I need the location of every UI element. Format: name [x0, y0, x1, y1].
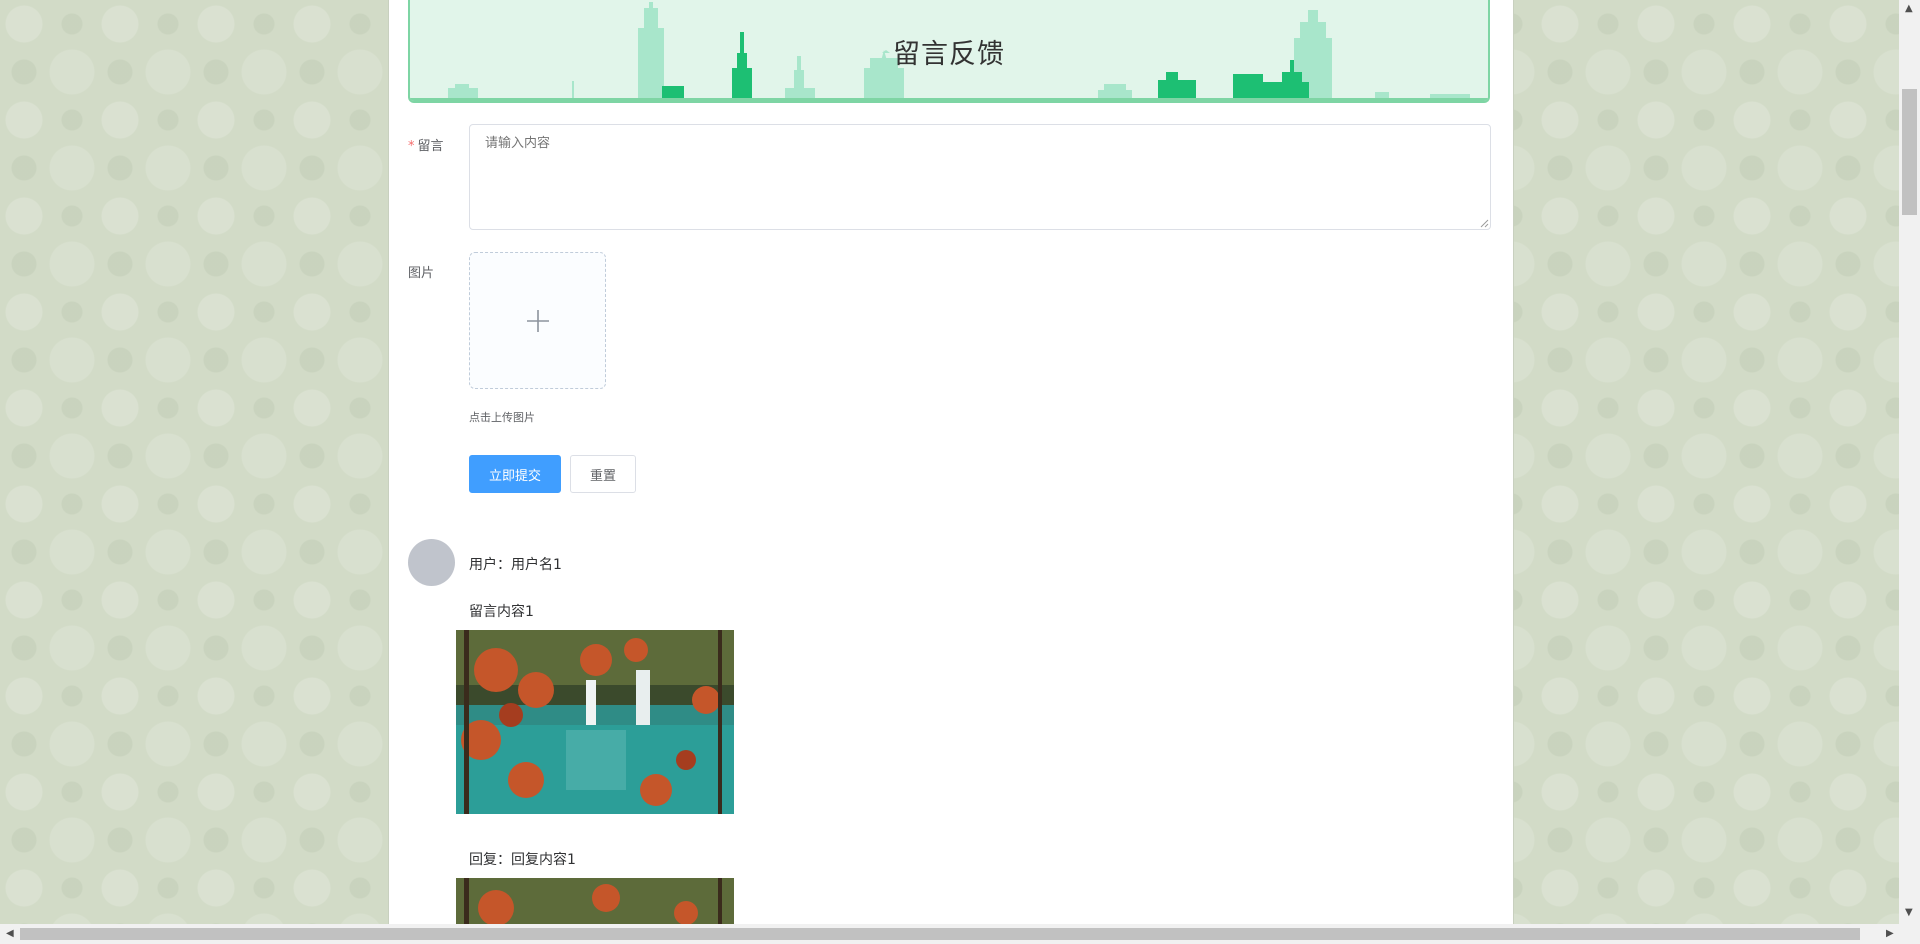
resize-grip-icon[interactable]: [1479, 218, 1489, 228]
scroll-down-icon[interactable]: ▼: [1905, 908, 1913, 918]
message-label-text: 留言: [417, 139, 444, 154]
reply-image: [456, 878, 734, 924]
comment-reply: 回复：回复内容1: [469, 852, 576, 868]
horizontal-scrollbar[interactable]: ◀ ▶: [0, 924, 1920, 944]
avatar: [408, 539, 455, 586]
scroll-up-icon[interactable]: ▲: [1905, 4, 1913, 14]
horizontal-scroll-thumb[interactable]: [20, 928, 1860, 940]
required-mark: *: [408, 139, 415, 154]
comment-user: 用户：用户名1: [469, 557, 562, 573]
reset-button[interactable]: 重置: [570, 455, 636, 493]
page-title: 留言反馈: [893, 39, 1005, 70]
message-label: * 留言: [408, 135, 444, 154]
image-upload-button[interactable]: [469, 252, 606, 389]
scroll-left-icon[interactable]: ◀: [6, 929, 14, 939]
vertical-scrollbar[interactable]: ▲ ▼: [1899, 0, 1920, 924]
comment-image: [456, 630, 734, 814]
scroll-right-icon[interactable]: ▶: [1886, 929, 1894, 939]
image-label: 图片: [408, 266, 435, 281]
feedback-banner: 留言反馈: [408, 0, 1490, 103]
comment-content: 留言内容1: [469, 604, 534, 620]
upload-tip: 点击上传图片: [469, 411, 535, 424]
plus-icon: [526, 309, 549, 332]
message-textarea[interactable]: [469, 124, 1491, 230]
submit-button[interactable]: 立即提交: [469, 455, 561, 493]
vertical-scroll-thumb[interactable]: [1902, 89, 1917, 215]
